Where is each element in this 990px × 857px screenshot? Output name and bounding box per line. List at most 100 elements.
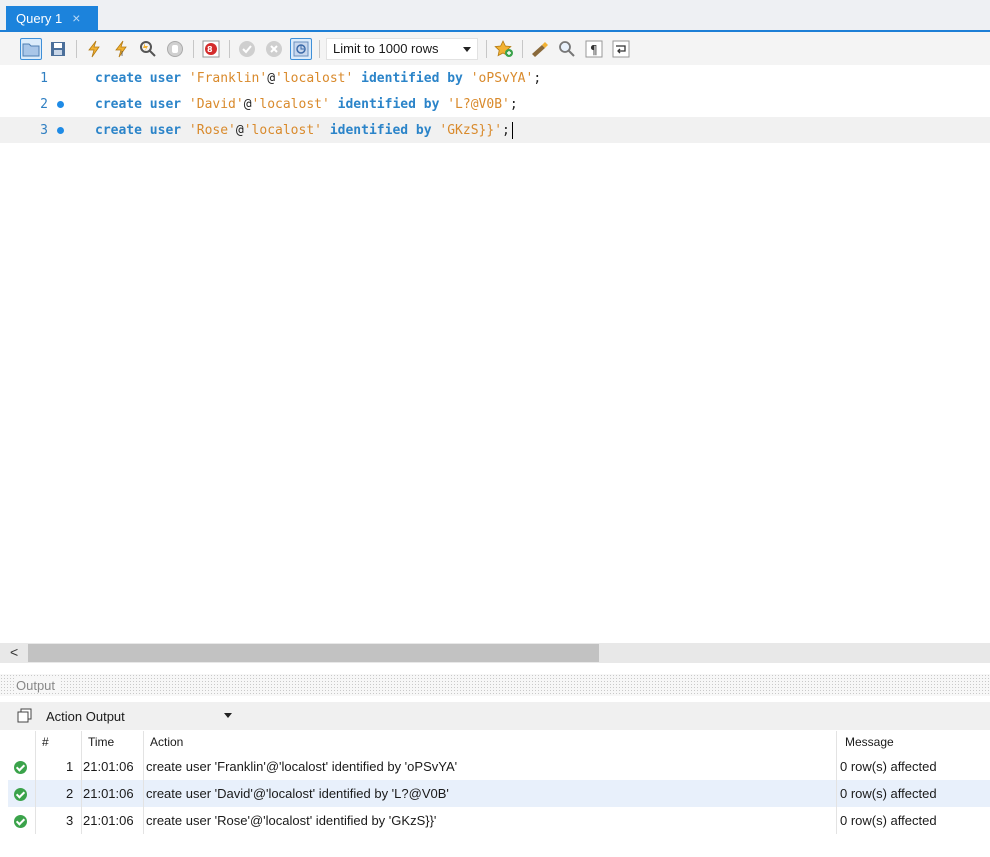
tab-strip: Query 1 ×: [0, 0, 990, 32]
cell-time: 21:01:06: [83, 813, 134, 828]
cell-action: create user 'Rose'@'localost' identified…: [146, 813, 437, 828]
autocommit-icon[interactable]: [290, 37, 312, 60]
success-check-icon: [14, 761, 27, 774]
grid-body: 1 21:01:06 create user 'Franklin'@'localos…: [8, 753, 990, 834]
sql-string: 'David': [188, 96, 244, 112]
bookmark-icon[interactable]: [493, 38, 515, 60]
sql-keyword: identified by: [337, 96, 440, 112]
execute-current-icon[interactable]: I: [110, 38, 132, 60]
invisible-chars-icon[interactable]: ¶: [583, 38, 605, 60]
line-number: 2: [40, 96, 48, 112]
tab-query-1[interactable]: Query 1 ×: [6, 6, 98, 30]
tab-title: Query 1: [16, 10, 63, 26]
save-icon[interactable]: [47, 38, 69, 60]
output-toolbar: Action Output: [0, 702, 990, 730]
grid-header: # Time Action Message: [8, 731, 990, 753]
rollback-icon[interactable]: [263, 38, 285, 60]
close-icon[interactable]: ×: [72, 10, 80, 26]
limit-rows-value: Limit to 1000 rows: [333, 41, 439, 56]
sql-keyword: create user: [95, 96, 182, 112]
sql-punct: [181, 71, 189, 86]
cell-action: create user 'Franklin'@'localost' identi…: [146, 759, 458, 774]
editor-line[interactable]: 2 create user 'David'@'localost' identifi…: [0, 91, 990, 117]
toolbar-separator: [76, 39, 77, 58]
scrollbar-thumb[interactable]: [28, 644, 599, 662]
sql-punct: @: [243, 96, 252, 112]
execute-icon[interactable]: [83, 38, 105, 60]
sql-punct: [463, 71, 471, 86]
column-divider: [35, 731, 36, 834]
cell-num: 3: [66, 813, 74, 828]
sql-string: 'Franklin': [188, 70, 268, 86]
toolbar-separator: [193, 39, 194, 58]
cell-message: 0 row(s) affected: [840, 813, 937, 828]
toolbar-separator: [486, 39, 487, 58]
sql-keyword: identified by: [329, 122, 432, 138]
sql-keyword: create user: [95, 70, 182, 86]
wrap-icon[interactable]: [610, 38, 632, 60]
sql-string: 'GKzS}}': [439, 122, 503, 138]
horizontal-scrollbar[interactable]: <: [0, 643, 990, 663]
toolbar-separator: [522, 39, 523, 58]
line-number: 3: [40, 122, 48, 138]
col-header-num[interactable]: #: [42, 735, 49, 749]
sql-punct: @: [267, 70, 276, 86]
sql-punct: [181, 97, 189, 112]
sql-string: 'localost': [275, 70, 354, 86]
svg-text:I: I: [121, 50, 123, 58]
limit-rows-select[interactable]: Limit to 1000 rows: [326, 37, 478, 60]
sql-string: 'oPSvYA': [470, 70, 534, 86]
chevron-down-icon: [463, 46, 471, 52]
beautify-icon[interactable]: [529, 38, 551, 60]
column-divider: [836, 731, 837, 834]
svg-text:8: 8: [207, 45, 213, 54]
cell-time: 21:01:06: [83, 759, 134, 774]
stop-icon[interactable]: [164, 38, 186, 60]
success-check-icon: [14, 788, 27, 801]
sql-punct: ;: [502, 122, 510, 138]
toolbar-separator: [229, 39, 230, 58]
sql-punct: ;: [509, 96, 518, 112]
sql-punct: [322, 123, 330, 138]
output-view-value: Action Output: [46, 708, 125, 724]
scroll-left-icon[interactable]: <: [10, 644, 18, 660]
statement-marker-icon: [57, 126, 64, 134]
success-check-icon: [14, 815, 27, 828]
col-header-message[interactable]: Message: [845, 735, 894, 749]
sql-string: 'localost': [243, 122, 322, 138]
line-number: 1: [40, 70, 48, 86]
action-output-grid: # Time Action Message 1 21:01:06 create us…: [8, 731, 990, 834]
output-view-select[interactable]: Action Output: [46, 705, 232, 727]
col-header-time[interactable]: Time: [88, 735, 114, 749]
table-row[interactable]: 3 21:01:06 create user 'Rose'@'localost' i…: [8, 807, 990, 834]
sql-editor[interactable]: 1 create user 'Franklin'@'localost' ident…: [0, 65, 990, 643]
sql-punct: @: [235, 122, 244, 138]
toggle-error-icon[interactable]: 8: [200, 38, 222, 60]
cell-action: create user 'David'@'localost' identifie…: [146, 786, 449, 801]
cell-message: 0 row(s) affected: [840, 759, 937, 774]
code-text: create user 'Franklin'@'localost' identi…: [95, 71, 541, 86]
copy-icon[interactable]: [16, 707, 34, 725]
folder-icon[interactable]: [20, 37, 42, 60]
explain-icon[interactable]: [137, 38, 159, 60]
sql-punct: [353, 71, 361, 86]
text-caret: [511, 121, 513, 139]
code-text: create user 'David'@'localost' identifie…: [95, 97, 518, 112]
sql-string: 'L?@V0B': [447, 96, 510, 112]
col-header-action[interactable]: Action: [150, 735, 183, 749]
commit-icon[interactable]: [236, 38, 258, 60]
sql-punct: [330, 97, 338, 112]
code-text: create user 'Rose'@'localost' identified…: [95, 121, 513, 139]
chevron-down-icon: [224, 713, 232, 718]
statement-marker-icon: [57, 100, 64, 108]
editor-line[interactable]: 3 create user 'Rose'@'localost' identifie…: [0, 117, 990, 143]
table-row[interactable]: 2 21:01:06 create user 'David'@'localost' …: [8, 780, 990, 807]
find-icon[interactable]: [556, 38, 578, 60]
editor-line[interactable]: 1 create user 'Franklin'@'localost' ident…: [0, 65, 990, 91]
table-row[interactable]: 1 21:01:06 create user 'Franklin'@'localos…: [8, 753, 990, 780]
sql-keyword: create user: [95, 122, 182, 138]
sql-string: 'Rose': [188, 122, 236, 138]
sql-toolbar: I 8 Limit to 1000 rows ¶: [0, 32, 990, 65]
sql-punct: [181, 123, 189, 138]
cell-message: 0 row(s) affected: [840, 786, 937, 801]
